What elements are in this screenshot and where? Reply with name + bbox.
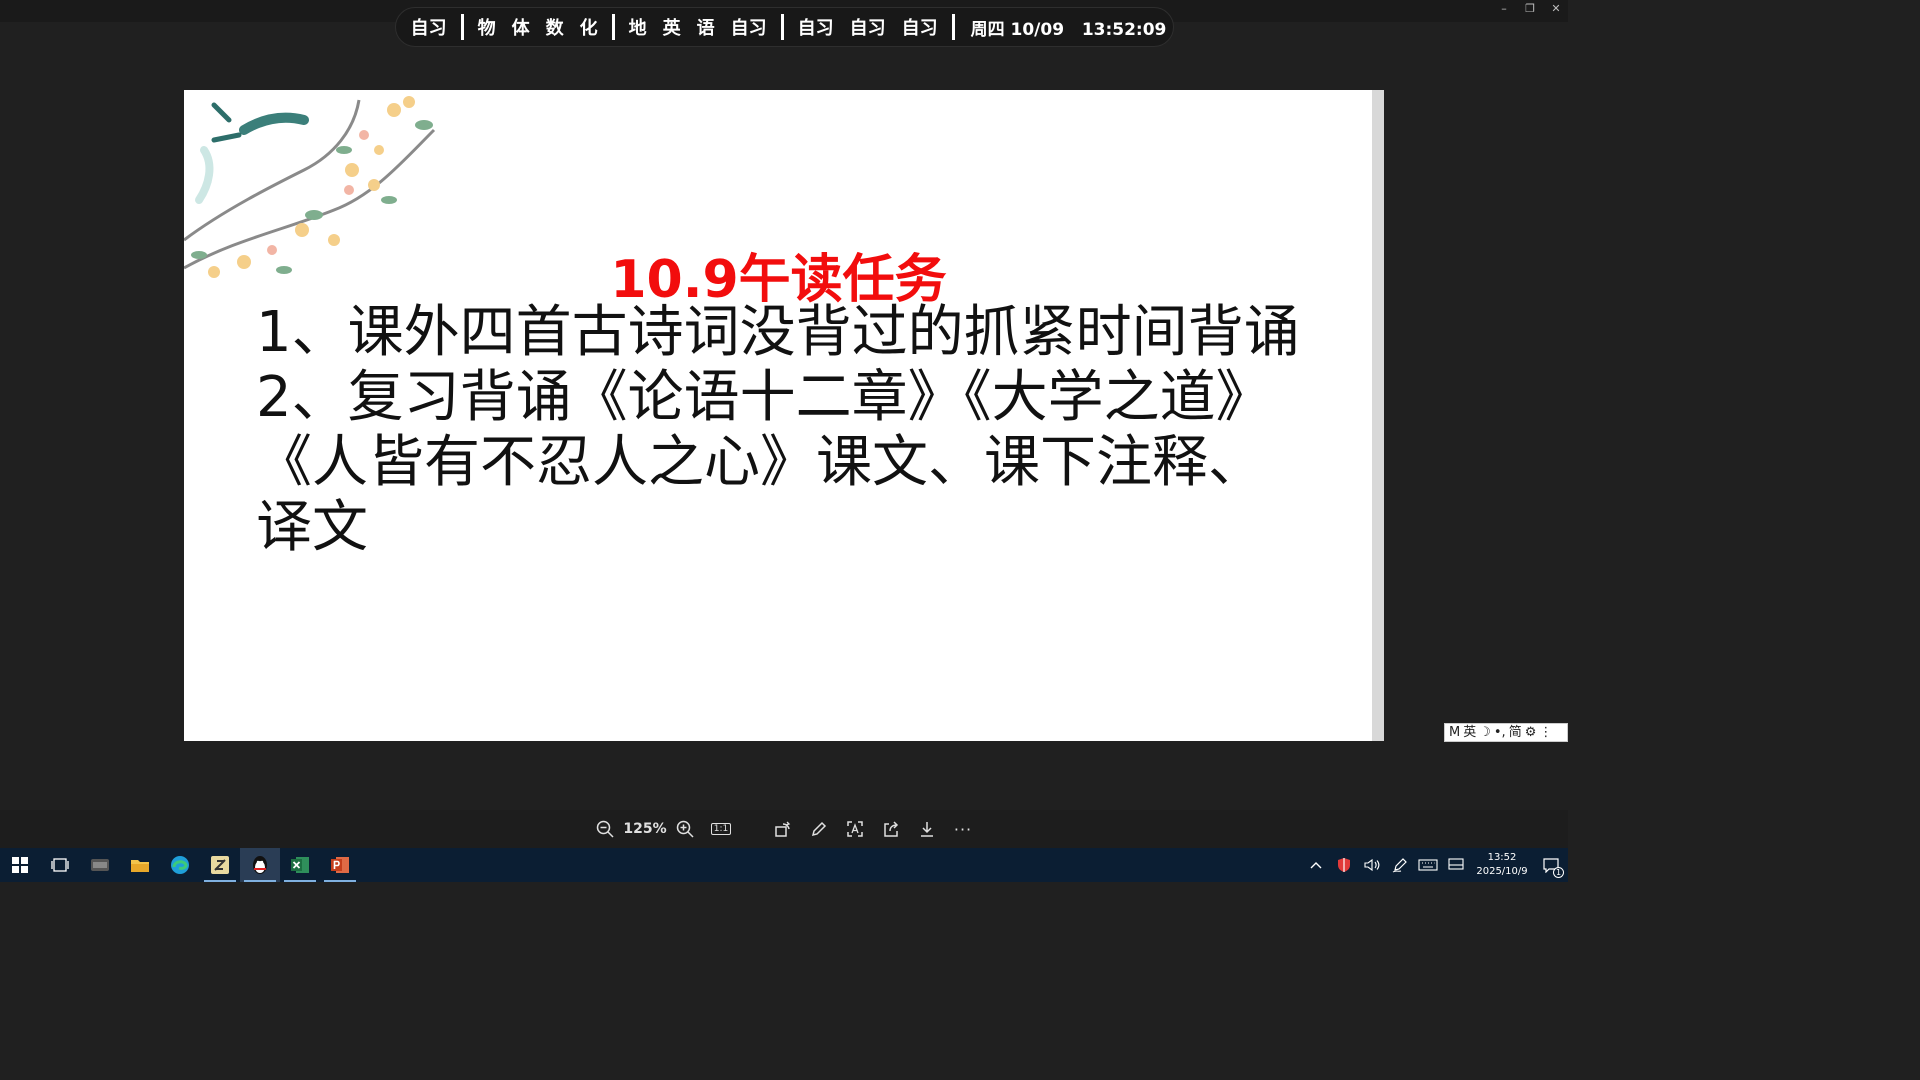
ime-mode-icon[interactable]: M bbox=[1449, 724, 1460, 741]
schedule-item: 化 bbox=[579, 18, 598, 39]
note-app-icon bbox=[211, 856, 229, 874]
ime-moon-icon[interactable]: ☽ bbox=[1479, 724, 1491, 741]
schedule-item: 自习 bbox=[901, 18, 938, 39]
clock-date: 2025/10/9 bbox=[1476, 866, 1528, 877]
zoom-out-icon bbox=[596, 820, 614, 838]
schedule-separator bbox=[611, 14, 615, 40]
ime-more-icon[interactable]: ⋮ bbox=[1539, 724, 1552, 741]
zoom-in-icon bbox=[676, 820, 694, 838]
task-view-button[interactable] bbox=[40, 848, 80, 882]
tray-overflow-button[interactable] bbox=[1302, 848, 1330, 882]
class-schedule-bar: 自习 物 体 数 化 地 英 语 自习 自习 自习 自习 周四 10/09 13… bbox=[395, 7, 1174, 47]
app-icon bbox=[91, 859, 109, 871]
system-tray: 13:52 2025/10/9 1 bbox=[1302, 848, 1568, 882]
ime-punct-toggle[interactable]: •, bbox=[1494, 724, 1506, 741]
chevron-up-icon bbox=[1310, 862, 1322, 869]
schedule-item: 自习 bbox=[410, 18, 447, 39]
taskbar-app[interactable] bbox=[80, 848, 120, 882]
close-button[interactable]: ✕ bbox=[1550, 2, 1562, 15]
schedule-item: 体 bbox=[511, 18, 530, 39]
schedule-separator bbox=[951, 14, 955, 40]
security-tray-button[interactable] bbox=[1330, 848, 1358, 882]
ime-toolbar[interactable]: M 英 ☽ •, 简 ⚙ ⋮ bbox=[1444, 723, 1568, 742]
excel-button[interactable] bbox=[280, 848, 320, 882]
pen-tray-button[interactable] bbox=[1386, 848, 1414, 882]
display-tray-button[interactable] bbox=[1442, 848, 1470, 882]
schedule-item: 数 bbox=[545, 18, 564, 39]
volume-tray-button[interactable] bbox=[1358, 848, 1386, 882]
rotate-icon bbox=[775, 821, 791, 837]
display-icon bbox=[1448, 858, 1464, 870]
schedule-date: 10/09 bbox=[1010, 19, 1065, 40]
more-icon: ··· bbox=[953, 819, 973, 839]
schedule-clock: 周四 10/09 13:52:09 bbox=[961, 15, 1167, 40]
schedule-separator bbox=[780, 14, 784, 40]
folder-icon bbox=[131, 860, 149, 872]
clock-time: 13:52 bbox=[1487, 852, 1517, 863]
download-icon bbox=[921, 822, 933, 837]
task-line-2: 2、复习背诵《论语十二章》《大学之道》《人皆有不忍人之心》课文、课下注释、译文 bbox=[256, 365, 1272, 560]
powerpoint-icon bbox=[331, 857, 349, 873]
qq-penguin-icon bbox=[253, 856, 267, 874]
start-button[interactable] bbox=[0, 848, 40, 882]
taskbar-clock[interactable]: 13:52 2025/10/9 bbox=[1470, 851, 1534, 879]
windows-taskbar: 13:52 2025/10/9 1 bbox=[0, 848, 1568, 882]
schedule-separator bbox=[460, 14, 464, 40]
excel-icon bbox=[291, 857, 309, 873]
slide-body: 1、课外四首古诗词没背过的抓紧时间背诵 2、复习背诵《论语十二章》《大学之道》《… bbox=[256, 300, 1316, 560]
ime-script-toggle[interactable]: 简 bbox=[1509, 724, 1522, 741]
task-view-icon bbox=[51, 858, 69, 872]
share-button[interactable] bbox=[873, 815, 909, 843]
zoom-level: 125% bbox=[623, 821, 667, 837]
slide-scroll-edge bbox=[1372, 90, 1384, 741]
notification-center-button[interactable]: 1 bbox=[1534, 848, 1568, 882]
edit-button[interactable] bbox=[801, 815, 837, 843]
pen-icon bbox=[1392, 858, 1407, 873]
keyboard-icon bbox=[1418, 859, 1438, 871]
note-app-button[interactable] bbox=[200, 848, 240, 882]
file-explorer-button[interactable] bbox=[120, 848, 160, 882]
task-line-1: 1、课外四首古诗词没背过的抓紧时间背诵 bbox=[256, 300, 1300, 365]
schedule-day: 周四 bbox=[970, 19, 1005, 40]
notification-count-badge: 1 bbox=[1553, 867, 1564, 878]
zoom-out-button[interactable] bbox=[587, 815, 623, 843]
download-button[interactable] bbox=[909, 815, 945, 843]
actual-size-button[interactable]: 1:1 bbox=[703, 815, 739, 843]
schedule-item: 自习 bbox=[849, 18, 886, 39]
ime-settings-icon[interactable]: ⚙ bbox=[1525, 724, 1537, 741]
text-recognition-icon bbox=[847, 821, 863, 837]
schedule-item: 地 bbox=[628, 18, 647, 39]
speaker-icon bbox=[1364, 858, 1380, 872]
windows-start-icon bbox=[12, 857, 28, 873]
rotate-button[interactable] bbox=[765, 815, 801, 843]
ime-lang-toggle[interactable]: 英 bbox=[1463, 724, 1476, 741]
edge-browser-button[interactable] bbox=[160, 848, 200, 882]
schedule-item: 自习 bbox=[730, 18, 767, 39]
schedule-item: 物 bbox=[477, 18, 496, 39]
zoom-in-button[interactable] bbox=[667, 815, 703, 843]
taskbar-apps bbox=[0, 848, 360, 882]
actual-size-icon: 1:1 bbox=[710, 823, 732, 835]
edge-icon bbox=[171, 856, 189, 874]
minimize-button[interactable]: – bbox=[1498, 2, 1510, 15]
image-viewer: – ❐ ✕ 自习 物 体 数 化 地 英 语 自习 自习 自习 自习 周四 10… bbox=[0, 0, 1568, 848]
schedule-time: 13:52:09 bbox=[1081, 19, 1167, 40]
schedule-item: 英 bbox=[662, 18, 681, 39]
viewer-toolbar: 125% 1:1 ··· bbox=[0, 810, 1568, 848]
qq-button[interactable] bbox=[240, 848, 280, 882]
keyboard-tray-button[interactable] bbox=[1414, 848, 1442, 882]
slide-canvas: 10.9午读任务 1、课外四首古诗词没背过的抓紧时间背诵 2、复习背诵《论语十二… bbox=[184, 90, 1372, 741]
schedule-item: 自习 bbox=[797, 18, 834, 39]
powerpoint-button[interactable] bbox=[320, 848, 360, 882]
ocr-button[interactable] bbox=[837, 815, 873, 843]
restore-button[interactable]: ❐ bbox=[1524, 2, 1536, 15]
shield-icon bbox=[1338, 858, 1350, 872]
window-controls: – ❐ ✕ bbox=[1498, 2, 1562, 15]
more-button[interactable]: ··· bbox=[945, 815, 981, 843]
schedule-item: 语 bbox=[696, 18, 715, 39]
pencil-icon bbox=[811, 821, 827, 837]
share-icon bbox=[884, 821, 899, 837]
